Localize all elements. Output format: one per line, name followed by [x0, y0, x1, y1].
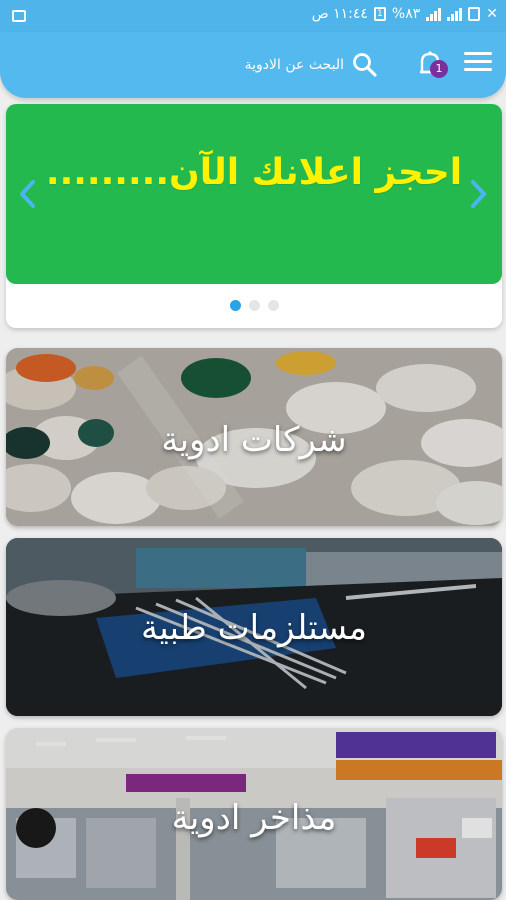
carousel-indicator: [6, 300, 502, 311]
sb-time: ١١:٤٤ ص: [311, 6, 368, 22]
menu-icon-line: [464, 60, 492, 63]
category-label: مستلزمات طبية: [140, 608, 367, 648]
cart-badge: 1: [430, 60, 448, 78]
category-label: مذاخر ادوية: [171, 798, 337, 838]
search-button[interactable]: البحث عن الادوية: [245, 50, 378, 80]
sb-sim-icon: [468, 7, 481, 21]
category-label: شركات ادوية: [161, 420, 347, 460]
sb-signal2-icon: [447, 7, 463, 21]
chevron-left-icon[interactable]: [16, 178, 40, 210]
category-card-drug-stores[interactable]: مذاخر ادوية: [6, 728, 502, 900]
category-card-pharma-companies[interactable]: شركات ادوية: [6, 348, 502, 526]
search-icon: [353, 53, 377, 77]
banner-text: احجز اعلانك الآن.........: [45, 152, 463, 193]
sb-notification-icon: 1: [373, 7, 386, 21]
cart-button[interactable]: 1: [414, 48, 448, 82]
sb-screenshot-icon: [12, 7, 26, 26]
carousel-dot-2[interactable]: [248, 300, 260, 311]
sb-mute-icon: ✕: [486, 6, 498, 22]
status-right: ١١:٤٤ ص 1 %٨٣ ✕: [312, 6, 498, 22]
search-label: البحث عن الادوية: [244, 57, 344, 73]
menu-icon-line: [464, 68, 492, 71]
app-bar: 1 البحث عن الادوية: [0, 32, 506, 98]
category-card-medical-supplies[interactable]: مستلزمات طبية: [6, 538, 502, 716]
carousel-dot-1[interactable]: [229, 300, 241, 311]
menu-icon: [464, 52, 492, 55]
sb-signal-icon: [426, 7, 442, 21]
menu-button[interactable]: [464, 52, 492, 76]
sb-battery-text: %٨٣: [391, 6, 421, 22]
ad-banner[interactable]: احجز اعلانك الآن.........: [6, 104, 502, 284]
status-bar: ١١:٤٤ ص 1 %٨٣ ✕: [0, 0, 506, 32]
chevron-right-icon[interactable]: [466, 178, 490, 210]
ad-carousel: احجز اعلانك الآن.........: [6, 104, 502, 328]
carousel-dot-3[interactable]: [267, 300, 279, 311]
